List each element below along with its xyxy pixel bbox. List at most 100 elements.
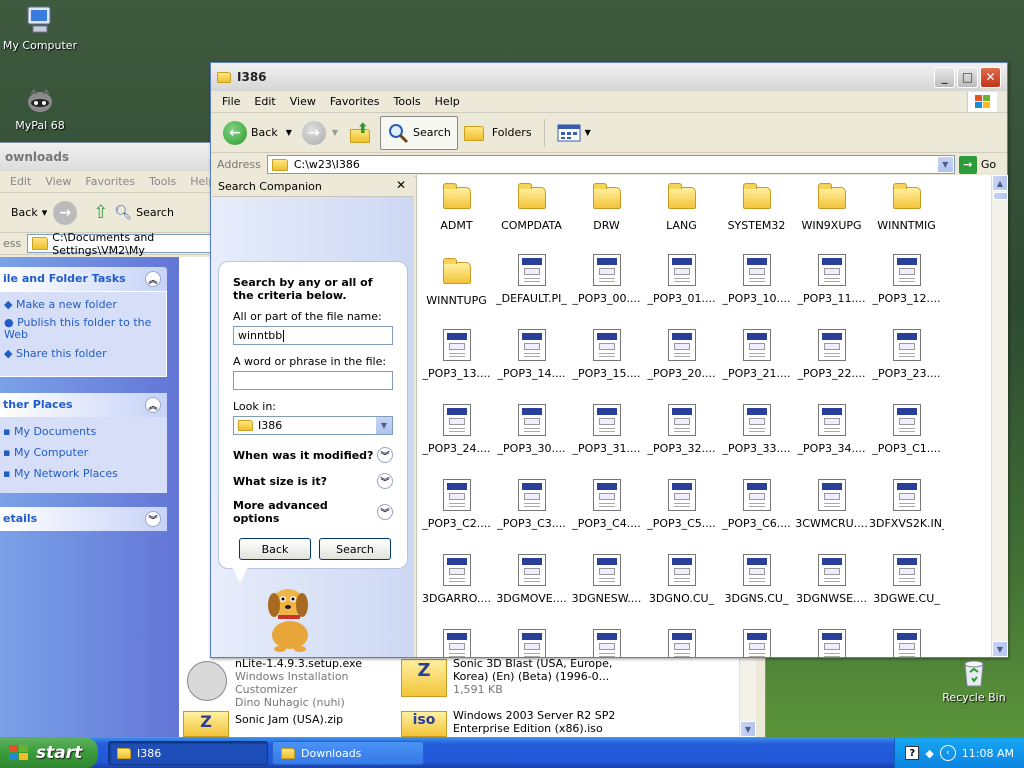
file-item[interactable] (419, 629, 494, 657)
address-field[interactable]: C:\w23\I386 ▼ (266, 155, 955, 174)
file-item[interactable] (719, 629, 794, 657)
forward-icon[interactable]: → (53, 200, 78, 225)
file-item[interactable]: 3DGNWSE.... (794, 554, 869, 605)
folder-item[interactable]: LANG (644, 179, 719, 232)
back-button[interactable]: Back ▾ (5, 196, 53, 230)
file-item[interactable]: 3DFXVS2K.IN_ (869, 479, 944, 530)
up-folder-icon[interactable]: ⬆ (348, 121, 374, 145)
views-button[interactable]: ▼ (551, 116, 597, 150)
file-folder-tasks-header[interactable]: ile and Folder Tasks ︽ (0, 267, 167, 291)
minimize-button[interactable]: _ (934, 66, 955, 88)
menu-help[interactable]: Help (428, 95, 467, 108)
file-item[interactable] (494, 629, 569, 657)
file-item[interactable]: iso Windows 2003 Server R2 SP2 Enterpris… (401, 709, 721, 737)
file-item[interactable]: _POP3_C4.... (569, 479, 644, 530)
file-item[interactable]: 3CWMCRU.... (794, 479, 869, 530)
file-item[interactable]: _POP3_13.... (419, 329, 494, 380)
help-icon[interactable]: ? (905, 746, 920, 760)
clock[interactable]: 11:08 AM (962, 747, 1014, 760)
folder-item[interactable]: WINNTUPG (419, 254, 494, 307)
volume-icon[interactable]: ‹ (939, 745, 956, 761)
menu-favorites[interactable]: Favorites (323, 95, 387, 108)
task-publish[interactable]: ● Publish this folder to the Web (4, 317, 166, 341)
i386-titlebar[interactable]: I386 _ □ ✕ (211, 63, 1007, 91)
menu-file[interactable]: File (215, 95, 247, 108)
menu-tools[interactable]: Tools (142, 175, 183, 188)
file-item[interactable]: _POP3_01.... (644, 254, 719, 305)
menu-tools[interactable]: Tools (387, 95, 428, 108)
file-item[interactable]: _POP3_10.... (719, 254, 794, 305)
phrase-input[interactable] (233, 371, 393, 390)
close-button[interactable]: ✕ (980, 66, 1001, 88)
file-item[interactable]: 3DGMOVE.... (494, 554, 569, 605)
file-item[interactable]: _POP3_30.... (494, 404, 569, 455)
file-item[interactable]: _POP3_C1.... (869, 404, 944, 455)
taskbar-button-downloads[interactable]: Downloads (272, 741, 424, 765)
address-dropdown-icon[interactable]: ▼ (936, 156, 954, 173)
lookin-select[interactable]: I386 ▼ (233, 416, 393, 435)
file-item[interactable]: _POP3_15.... (569, 329, 644, 380)
search-submit-button[interactable]: Search (319, 538, 391, 560)
maximize-button[interactable]: □ (957, 66, 978, 88)
go-button[interactable]: → Go (958, 155, 996, 174)
folder-item[interactable]: ADMT (419, 179, 494, 232)
menu-edit[interactable]: Edit (3, 175, 38, 188)
filename-input[interactable]: winntbb (233, 326, 393, 345)
close-icon[interactable]: ✕ (396, 178, 406, 192)
scroll-down-icon[interactable]: ▼ (992, 641, 1008, 657)
search-button[interactable]: 🔍︎ Search (108, 196, 180, 230)
scroll-down-icon[interactable]: ▼ (740, 721, 756, 737)
file-item[interactable]: _POP3_C6.... (719, 479, 794, 530)
file-item[interactable]: nLite-1.4.9.3.setup.exe Windows Installa… (183, 657, 393, 709)
back-button[interactable]: ← Back ▼ (217, 116, 298, 150)
folder-item[interactable]: WIN9XUPG (794, 179, 869, 232)
option-modified[interactable]: When was it modified? ︾ (233, 447, 393, 463)
start-button[interactable]: start (0, 738, 98, 768)
file-item[interactable]: _POP3_33.... (719, 404, 794, 455)
folder-item[interactable]: DRW (569, 179, 644, 232)
option-size[interactable]: What size is it? ︾ (233, 473, 393, 489)
folders-button[interactable]: Folders (458, 116, 538, 150)
network-icon[interactable]: ◆ (925, 747, 933, 760)
file-item[interactable]: Z Sonic Jam (USA).zip (183, 709, 393, 737)
file-item[interactable]: _POP3_21.... (719, 329, 794, 380)
forward-icon[interactable]: → (301, 120, 326, 145)
option-advanced[interactable]: More advanced options ︾ (233, 499, 393, 525)
menu-view[interactable]: View (38, 175, 78, 188)
file-item[interactable]: _POP3_14.... (494, 329, 569, 380)
folder-item[interactable]: WINNTMIG (869, 179, 944, 232)
file-item[interactable]: _POP3_C2.... (419, 479, 494, 530)
search-button[interactable]: Search (380, 115, 458, 150)
file-item[interactable]: _POP3_23.... (869, 329, 944, 380)
place-my-network[interactable]: ▪ My Network Places (3, 467, 167, 480)
file-item[interactable] (794, 629, 869, 657)
folder-item[interactable]: COMPDATA (494, 179, 569, 232)
file-item[interactable]: Z Sonic 3D Blast (USA, Europe, Korea) (E… (401, 657, 721, 705)
menu-favorites[interactable]: Favorites (78, 175, 142, 188)
file-item[interactable]: 3DGWE.CU_ (869, 554, 944, 605)
collapse-icon[interactable]: ︽ (145, 397, 161, 413)
place-my-documents[interactable]: ▪ My Documents (3, 425, 167, 438)
dropdown-arrow-icon[interactable]: ▼ (332, 128, 338, 137)
scroll-up-icon[interactable]: ▲ (992, 175, 1008, 191)
taskbar-button-i386[interactable]: I386 (108, 741, 268, 765)
file-item[interactable]: _POP3_34.... (794, 404, 869, 455)
file-item[interactable] (569, 629, 644, 657)
folder-item[interactable]: SYSTEM32 (719, 179, 794, 232)
file-item[interactable]: _POP3_11.... (794, 254, 869, 305)
menu-edit[interactable]: Edit (247, 95, 282, 108)
expand-icon[interactable]: ︾ (145, 511, 161, 527)
chevron-down-icon[interactable]: ▼ (376, 417, 392, 434)
file-item[interactable]: _POP3_31.... (569, 404, 644, 455)
dropdown-arrow-icon[interactable]: ▼ (286, 128, 292, 137)
file-item[interactable]: _POP3_C5.... (644, 479, 719, 530)
details-header[interactable]: etails ︾ (0, 507, 167, 531)
place-my-computer[interactable]: ▪ My Computer (3, 446, 167, 459)
file-item[interactable]: _DEFAULT.PI_ (494, 254, 569, 305)
file-item[interactable]: _POP3_24.... (419, 404, 494, 455)
menu-view[interactable]: View (283, 95, 323, 108)
desktop-icon-mypal[interactable]: MyPal 68 (0, 84, 80, 132)
desktop-icon-my-computer[interactable]: My Computer (0, 4, 80, 52)
file-item[interactable]: 3DGNESW.... (569, 554, 644, 605)
file-item[interactable] (869, 629, 944, 657)
